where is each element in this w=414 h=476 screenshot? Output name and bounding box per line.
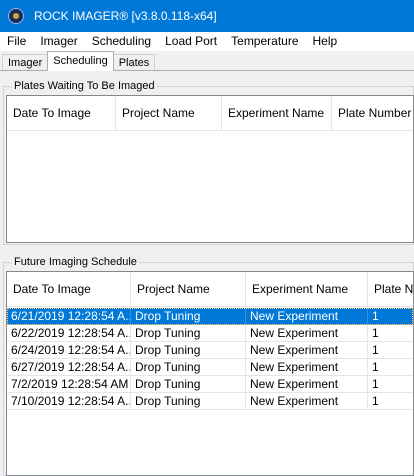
menu-help[interactable]: Help (306, 32, 345, 51)
menu-scheduling[interactable]: Scheduling (85, 32, 158, 51)
col-experiment-name[interactable]: Experiment Name (246, 272, 368, 306)
tab-plates[interactable]: Plates (112, 54, 156, 71)
table-row[interactable]: 7/10/2019 12:28:54 A... Drop Tuning New … (7, 393, 413, 410)
cell-date: 7/10/2019 12:28:54 A... (7, 393, 131, 410)
cell-experiment: New Experiment (246, 393, 368, 410)
col-project-name[interactable]: Project Name (116, 96, 222, 130)
col-date-to-image[interactable]: Date To Image (7, 272, 131, 306)
col-experiment-name[interactable]: Experiment Name (222, 96, 332, 130)
future-list-header: Date To Image Project Name Experiment Na… (7, 272, 413, 307)
future-list-body: 6/21/2019 12:28:54 A... Drop Tuning New … (7, 308, 413, 410)
menu-temperature[interactable]: Temperature (224, 32, 305, 51)
cell-experiment: New Experiment (246, 376, 368, 393)
window-title: ROCK IMAGER® [v3.8.0.118-x64] (34, 9, 217, 23)
col-plate-number[interactable]: Plate Number (332, 96, 413, 130)
cell-experiment: New Experiment (246, 325, 368, 342)
cell-plate: 1 (368, 308, 413, 325)
cell-date: 6/22/2019 12:28:54 A... (7, 325, 131, 342)
cell-experiment: New Experiment (246, 342, 368, 359)
waiting-list[interactable]: Date To Image Project Name Experiment Na… (6, 95, 414, 243)
menu-load-port[interactable]: Load Port (158, 32, 224, 51)
tab-imager[interactable]: Imager (2, 54, 49, 71)
waiting-group-title: Plates Waiting To Be Imaged (12, 79, 157, 93)
table-row[interactable]: 6/21/2019 12:28:54 A... Drop Tuning New … (7, 308, 413, 325)
cell-plate: 1 (368, 342, 413, 359)
table-row[interactable]: 7/2/2019 12:28:54 AM Drop Tuning New Exp… (7, 376, 413, 393)
cell-experiment: New Experiment (246, 359, 368, 376)
app-logo-icon (8, 8, 24, 24)
waiting-list-header: Date To Image Project Name Experiment Na… (7, 96, 413, 131)
cell-project: Drop Tuning (131, 376, 246, 393)
cell-plate: 1 (368, 393, 413, 410)
cell-date: 7/2/2019 12:28:54 AM (7, 376, 131, 393)
cell-plate: 1 (368, 376, 413, 393)
cell-project: Drop Tuning (131, 342, 246, 359)
cell-project: Drop Tuning (131, 308, 246, 325)
future-list[interactable]: Date To Image Project Name Experiment Na… (6, 271, 414, 476)
table-row[interactable]: 6/27/2019 12:28:54 A... Drop Tuning New … (7, 359, 413, 376)
cell-project: Drop Tuning (131, 359, 246, 376)
cell-experiment: New Experiment (246, 308, 368, 325)
cell-project: Drop Tuning (131, 393, 246, 410)
future-group-title: Future Imaging Schedule (12, 255, 139, 269)
menu-imager[interactable]: Imager (33, 32, 84, 51)
cell-plate: 1 (368, 325, 413, 342)
menu-file[interactable]: File (0, 32, 33, 51)
menu-bar: File Imager Scheduling Load Port Tempera… (0, 32, 414, 51)
title-bar: ROCK IMAGER® [v3.8.0.118-x64] (0, 0, 414, 32)
table-row[interactable]: 6/24/2019 12:28:54 A... Drop Tuning New … (7, 342, 413, 359)
col-plate-number[interactable]: Plate Nu (368, 272, 413, 306)
tab-strip: Imager Scheduling Plates (0, 51, 414, 71)
cell-date: 6/21/2019 12:28:54 A... (7, 308, 131, 325)
table-row[interactable]: 6/22/2019 12:28:54 A... Drop Tuning New … (7, 325, 413, 342)
cell-plate: 1 (368, 359, 413, 376)
cell-date: 6/27/2019 12:28:54 A... (7, 359, 131, 376)
col-project-name[interactable]: Project Name (131, 272, 246, 306)
cell-date: 6/24/2019 12:28:54 A... (7, 342, 131, 359)
tab-scheduling[interactable]: Scheduling (47, 51, 114, 71)
cell-project: Drop Tuning (131, 325, 246, 342)
col-date-to-image[interactable]: Date To Image (7, 96, 116, 130)
